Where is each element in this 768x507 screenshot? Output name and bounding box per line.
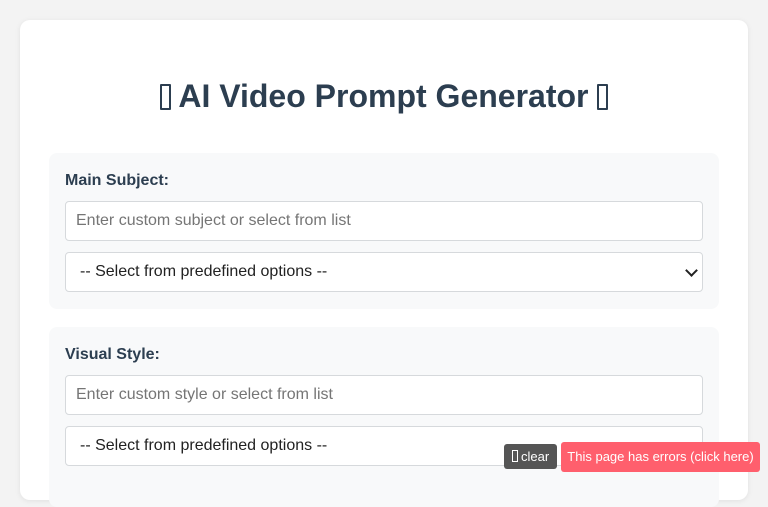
main-card: AI Video Prompt Generator Main Subject: … <box>20 20 748 507</box>
main-subject-input[interactable] <box>65 201 703 241</box>
visual-style-section: Visual Style: -- Select from predefined … <box>49 327 719 507</box>
page-errors-button[interactable]: This page has errors (click here) <box>561 442 760 472</box>
clear-button[interactable]: clear <box>504 444 558 469</box>
clear-button-label: clear <box>521 449 550 464</box>
missing-glyph-icon <box>512 450 518 462</box>
visual-style-input[interactable] <box>65 375 703 415</box>
missing-glyph-icon <box>597 84 609 110</box>
visual-style-select-value: -- Select from predefined options -- <box>80 437 328 454</box>
main-subject-select[interactable]: -- Select from predefined options -- <box>65 252 703 292</box>
main-subject-section: Main Subject: -- Select from predefined … <box>49 153 719 309</box>
main-subject-label: Main Subject: <box>65 172 170 189</box>
visual-style-label: Visual Style: <box>65 346 160 363</box>
page-title: AI Video Prompt Generator <box>20 76 748 116</box>
page-title-text: AI Video Prompt Generator <box>178 78 589 114</box>
main-subject-select-value: -- Select from predefined options -- <box>80 263 328 280</box>
chevron-down-icon <box>685 264 698 277</box>
missing-glyph-icon <box>159 84 171 110</box>
